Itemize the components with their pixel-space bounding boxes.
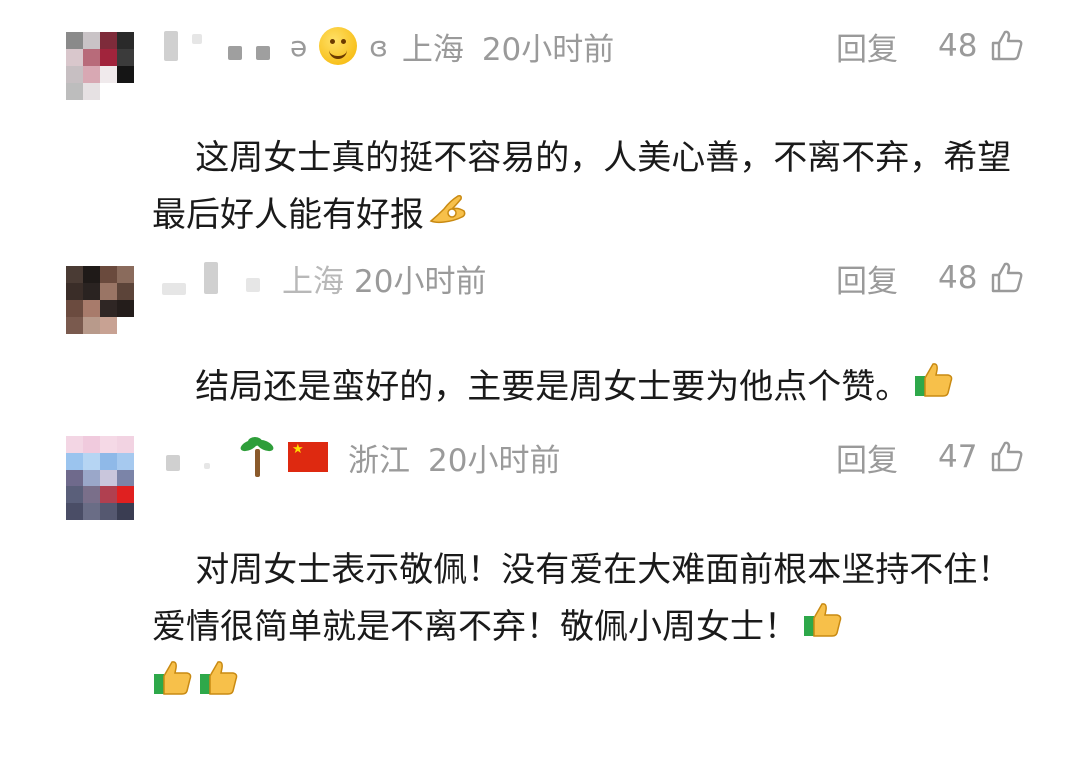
location-label: 上海 bbox=[401, 31, 464, 68]
nickname-char: ɞ bbox=[369, 29, 388, 63]
avatar[interactable] bbox=[66, 32, 134, 100]
thumbs-up-emoji bbox=[802, 600, 844, 658]
username-redacted[interactable] bbox=[166, 455, 180, 471]
username-redacted[interactable] bbox=[228, 46, 242, 60]
username-redacted[interactable] bbox=[162, 283, 186, 295]
username-redacted[interactable] bbox=[256, 46, 270, 60]
timestamp: 20小时前 bbox=[354, 263, 487, 300]
like-count: 48 bbox=[938, 260, 978, 296]
username-redacted[interactable] bbox=[204, 262, 218, 294]
thumbs-up-outline-icon[interactable] bbox=[990, 28, 1024, 62]
username-redacted[interactable] bbox=[246, 278, 260, 292]
avatar[interactable] bbox=[66, 266, 134, 334]
comment-meta: ə ɞ 上海 20小时前 回复 48 bbox=[152, 24, 1032, 68]
comment-meta: 上海 20小时前 回复 48 bbox=[152, 256, 1032, 300]
like-count: 48 bbox=[938, 28, 978, 64]
reply-button[interactable]: 回复 bbox=[836, 256, 898, 301]
timestamp: 20小时前 bbox=[428, 442, 561, 479]
username-redacted[interactable] bbox=[204, 463, 210, 469]
palm-tree-icon bbox=[238, 437, 276, 477]
timestamp: 20小时前 bbox=[481, 31, 615, 68]
location-label: 浙江 bbox=[348, 442, 410, 479]
thumbs-up-outline-icon[interactable] bbox=[990, 260, 1024, 294]
avatar[interactable] bbox=[66, 436, 134, 520]
username-redacted[interactable] bbox=[192, 34, 202, 44]
comment-text-body: 结局还是蛮好的，主要是周女士要为他点个赞。 bbox=[195, 367, 910, 407]
thumbs-up-outline-icon[interactable] bbox=[990, 439, 1024, 473]
china-flag-icon bbox=[288, 442, 328, 472]
comment-meta: 浙江 20小时前 回复 47 bbox=[152, 435, 1032, 479]
comment-text-body: 这周女士真的挺不容易的，人美心善，不离不弃，希望最后好人能有好报 bbox=[152, 138, 1012, 235]
thumbs-up-emoji bbox=[913, 360, 955, 418]
location-label: 上海 bbox=[282, 263, 344, 300]
reply-button[interactable]: 回复 bbox=[836, 24, 898, 69]
comment-text-body: 对周女士表示敬佩！没有爱在大难面前根本坚持不住！爱情很简单就是不离不弃！敬佩小周… bbox=[152, 550, 1012, 647]
comment-text: 对周女士表示敬佩！没有爱在大难面前根本坚持不住！爱情很简单就是不离不弃！敬佩小周… bbox=[152, 485, 1032, 773]
smiley-face-icon bbox=[319, 27, 358, 65]
username-redacted[interactable] bbox=[164, 31, 178, 61]
like-count: 47 bbox=[938, 439, 978, 475]
reply-button[interactable]: 回复 bbox=[836, 435, 898, 480]
thumbs-up-emoji bbox=[152, 658, 194, 716]
ok-hand-emoji bbox=[428, 188, 468, 245]
nickname-char: ə bbox=[290, 29, 308, 63]
thumbs-up-emoji bbox=[198, 658, 240, 716]
